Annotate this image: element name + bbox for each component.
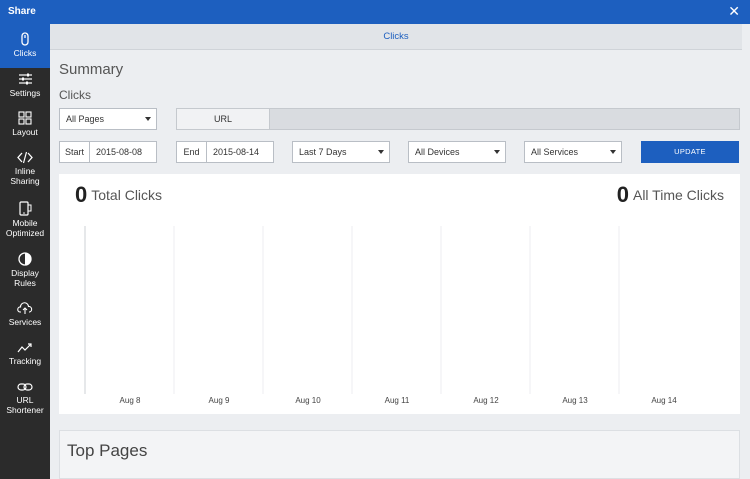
sidebar-item-mobile-optimized[interactable]: Mobile Optimized: [0, 199, 50, 239]
sidebar-item-label: Layout: [12, 127, 38, 137]
end-date-value: 2015-08-14: [213, 147, 260, 157]
url-field[interactable]: URL: [176, 108, 740, 130]
sidebar-item-url-shortener[interactable]: URL Shortener: [0, 379, 50, 421]
chevron-down-icon: [145, 117, 151, 121]
x-tick-label: Aug 11: [385, 396, 410, 405]
sliders-icon: [18, 73, 32, 85]
sidebar-item-label: Settings: [9, 88, 41, 98]
sidebar: Clicks Settings Layout Inline Sharing Mo…: [0, 24, 50, 479]
sidebar-item-layout[interactable]: Layout: [0, 109, 50, 147]
top-pages-panel: Top Pages: [59, 430, 740, 479]
date-range-value: Last 7 Days: [299, 147, 347, 157]
section-subtitle: Clicks: [59, 88, 91, 102]
update-button[interactable]: UPDATE: [641, 141, 739, 163]
sidebar-item-label: Services: [8, 317, 42, 327]
services-select[interactable]: All Services: [524, 141, 622, 163]
sidebar-item-clicks[interactable]: Clicks: [0, 24, 50, 68]
sidebar-item-label: Mobile Optimized: [5, 218, 45, 238]
start-date-field[interactable]: Start 2015-08-08: [59, 141, 157, 163]
chevron-down-icon: [378, 150, 384, 154]
start-date-value: 2015-08-08: [96, 147, 143, 157]
page-title: Summary: [59, 61, 124, 78]
x-tick-label: Aug 8: [120, 396, 141, 405]
start-label: Start: [60, 142, 90, 162]
phone-icon: [19, 201, 32, 216]
devices-select[interactable]: All Devices: [408, 141, 506, 163]
main-content: Clicks Summary Clicks All Pages URL Star…: [50, 24, 750, 479]
code-icon: [17, 151, 33, 164]
link-icon: [17, 383, 33, 391]
sidebar-item-display-rules[interactable]: Display Rules: [0, 250, 50, 290]
sidebar-item-services[interactable]: Services: [0, 300, 50, 334]
x-tick-label: Aug 12: [473, 396, 499, 405]
end-date-field[interactable]: End 2015-08-14: [176, 141, 274, 163]
sidebar-item-label: Inline Sharing: [10, 166, 40, 186]
sidebar-item-settings[interactable]: Settings: [0, 70, 50, 108]
clicks-line-chart: Aug 8 Aug 9 Aug 10 Aug 11 Aug 12 Aug 13 Aug 14: [84, 226, 677, 405]
end-label: End: [177, 142, 207, 162]
x-tick-label: Aug 10: [295, 396, 321, 405]
sidebar-item-label: URL Shortener: [6, 395, 44, 415]
mouse-icon: [21, 32, 29, 46]
clicks-chart-card: 0 Total Clicks 0 All Time Clicks Aug 8 Aug …: [59, 174, 740, 414]
trend-line-icon: [17, 343, 32, 353]
url-label: URL: [177, 109, 270, 129]
title-bar: Share ✕: [0, 0, 750, 24]
tab-clicks[interactable]: Clicks: [50, 24, 742, 50]
upload-cloud-icon: [17, 302, 33, 314]
half-circle-icon: [18, 252, 32, 266]
services-select-value: All Services: [531, 147, 579, 157]
pages-select[interactable]: All Pages: [59, 108, 157, 130]
sidebar-item-label: Tracking: [8, 356, 42, 366]
x-tick-label: Aug 14: [651, 396, 677, 405]
top-pages-title: Top Pages: [67, 441, 148, 460]
grid-icon: [18, 111, 32, 125]
chevron-down-icon: [494, 150, 500, 154]
close-icon[interactable]: ✕: [728, 3, 740, 20]
sidebar-item-label: Display Rules: [11, 268, 39, 288]
devices-select-value: All Devices: [415, 147, 460, 157]
sidebar-item-inline-sharing[interactable]: Inline Sharing: [0, 149, 50, 189]
sidebar-item-tracking[interactable]: Tracking: [0, 340, 50, 374]
pages-select-value: All Pages: [66, 114, 105, 124]
x-tick-label: Aug 13: [562, 396, 588, 405]
x-tick-label: Aug 9: [209, 396, 230, 405]
sidebar-item-label: Clicks: [13, 48, 37, 58]
date-range-select[interactable]: Last 7 Days: [292, 141, 390, 163]
chevron-down-icon: [610, 150, 616, 154]
window-title: Share: [8, 6, 36, 17]
